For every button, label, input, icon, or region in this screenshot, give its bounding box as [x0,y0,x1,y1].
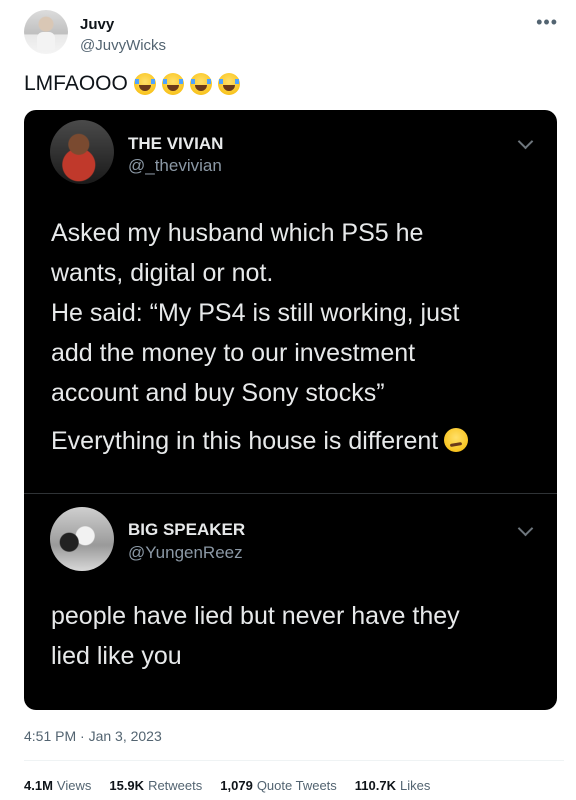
tweet-text-content: LMFAOOO [24,72,128,95]
likes-label: Likes [400,778,431,793]
text-line: He said: “My PS4 is still working, just [51,299,460,327]
avatar [50,120,114,184]
quote-tweets-stat[interactable]: 1,079 Quote Tweets [220,778,337,793]
text-line-content: Everything in this house is different [51,427,439,455]
tweet-header: Juvy @JuvyWicks ••• [24,10,564,60]
author-handle[interactable]: @JuvyWicks [80,37,166,54]
quoted-tweet-text: people have lied but never have they lie… [51,596,531,676]
face-with-tears-of-joy-icon [161,73,184,95]
quote-tweets-label: Quote Tweets [256,778,337,793]
quoted-author-handle: @_thevivian [128,156,222,175]
quoted-author-handle: @YungenReez [128,543,243,562]
text-line: account and buy Sony stocks” [51,379,385,407]
views-count: 4.1M [24,778,53,793]
retweets-count: 15.9K [109,778,145,793]
attached-image[interactable]: THE VIVIAN @_thevivian Asked my husband … [24,110,557,710]
quoted-tweet: THE VIVIAN @_thevivian Asked my husband … [24,110,557,494]
views-label: Views [56,778,92,793]
face-with-diagonal-mouth-icon [444,428,469,452]
quoted-author-name: BIG SPEAKER [128,520,246,539]
views-stat[interactable]: 4.1M Views [24,778,91,793]
tweet-text: LMFAOOO [24,72,240,96]
face-with-tears-of-joy-icon [217,73,240,95]
author-name[interactable]: Juvy [80,16,114,33]
avatar[interactable] [24,10,68,54]
quoted-tweet-text: Asked my husband which PS5 he wants, dig… [51,213,531,461]
likes-count: 110.7K [354,778,396,793]
face-with-tears-of-joy-icon [189,73,212,95]
retweets-stat[interactable]: 15.9K Retweets [109,778,202,793]
tweet-stats: 4.1M Views 15.9K Retweets 1,079 Quote Tweet… [24,778,430,793]
face-with-tears-of-joy-icon [133,73,156,95]
avatar [50,507,114,571]
chevron-down-icon [517,133,534,150]
text-line: add the money to our investment [51,339,416,367]
text-line: wants, digital or not. [51,259,274,287]
quoted-tweet: BIG SPEAKER @YungenReez people have lied… [24,493,557,710]
more-horizontal-icon[interactable]: ••• [536,12,558,33]
chevron-down-icon [517,520,534,537]
likes-stat[interactable]: 110.7K Likes [355,778,431,793]
divider [24,760,564,761]
tweet-timestamp[interactable]: 4:51 PM · Jan 3, 2023 [24,728,162,744]
text-line: people have lied but never have they [51,602,460,630]
text-line: lied like you [51,642,182,670]
retweets-label: Retweets [148,778,203,793]
quote-tweets-count: 1,079 [220,778,253,793]
text-line: Asked my husband which PS5 he [51,219,424,247]
quoted-author-name: THE VIVIAN [128,134,224,153]
text-line: Everything in this house is different [51,421,531,461]
